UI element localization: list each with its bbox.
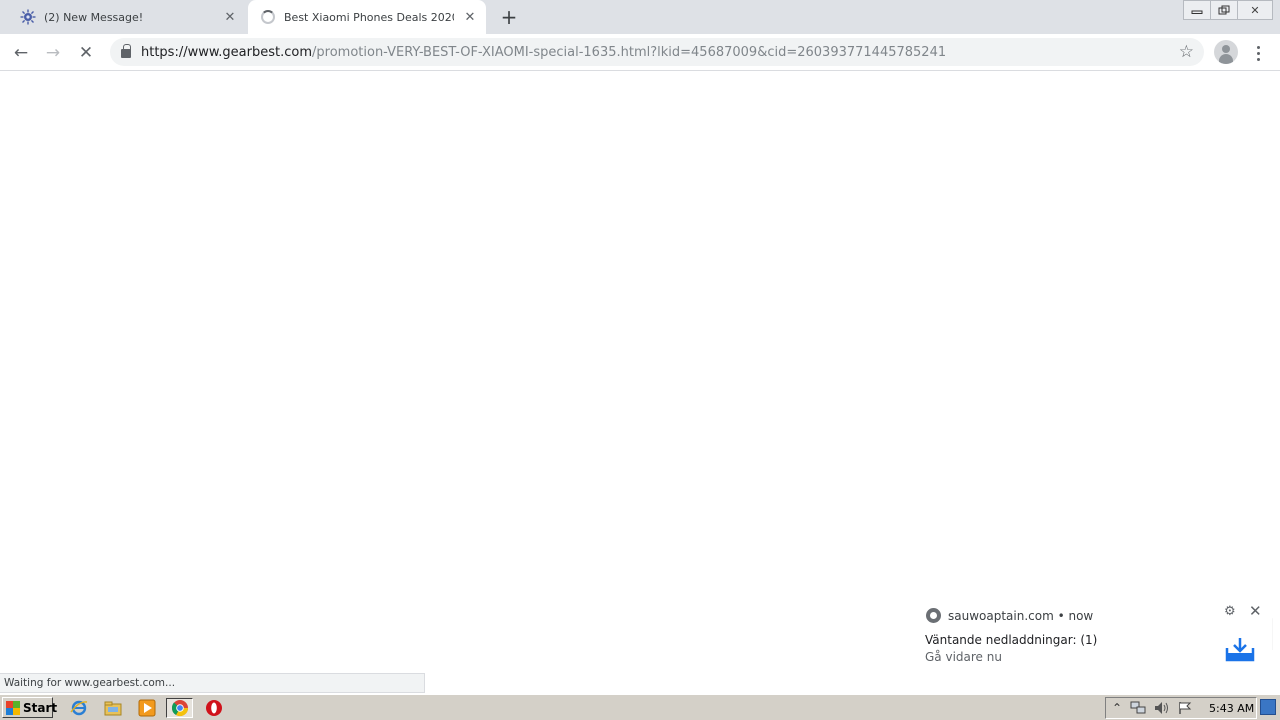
arrow-right-icon: → — [45, 43, 61, 63]
notification-title: Väntande nedladdningar: (1) — [925, 633, 1098, 647]
virus-bug-icon — [20, 9, 36, 25]
clock[interactable]: 5:43 AM — [1209, 702, 1254, 715]
url-text: https://www.gearbest.com/promotion-VERY-… — [141, 45, 946, 60]
chrome-menu-button[interactable] — [1250, 41, 1266, 65]
tab-strip: (2) New Message! ✕ Best Xiaomi Phones De… — [0, 0, 1280, 34]
show-desktop-button[interactable] — [1260, 699, 1276, 715]
media-player-icon[interactable] — [136, 698, 158, 718]
tab-new-message[interactable]: (2) New Message! ✕ — [8, 0, 246, 34]
page-content — [0, 72, 1280, 672]
profile-avatar[interactable] — [1214, 40, 1238, 64]
stop-button[interactable]: ✕ — [74, 41, 98, 65]
bookmark-star-icon[interactable]: ☆ — [1179, 42, 1194, 62]
url-host: https://www.gearbest.com — [141, 44, 313, 60]
notification-popup[interactable]: sauwoaptain.com • now ⚙ ✕ Väntande nedla… — [914, 600, 1272, 672]
minimize-button[interactable] — [1183, 0, 1211, 20]
tab-gearbest[interactable]: Best Xiaomi Phones Deals 2020 | Gearbest… — [248, 0, 486, 34]
lock-icon — [121, 44, 131, 58]
forward-button[interactable]: → — [41, 41, 65, 65]
action-center-flag-icon[interactable] — [1178, 701, 1192, 718]
file-explorer-icon[interactable] — [102, 698, 124, 718]
back-button[interactable]: ← — [9, 41, 33, 65]
windows-taskbar: Start ⌃ 5:43 AM — [0, 694, 1280, 720]
opera-icon[interactable] — [203, 698, 225, 718]
chrome-small-icon — [926, 608, 941, 623]
close-icon: ✕ — [1250, 3, 1260, 17]
download-tray-icon — [1225, 638, 1255, 662]
start-button[interactable]: Start — [2, 697, 57, 718]
system-tray: ⌃ 5:43 AM — [1105, 697, 1257, 719]
internet-explorer-icon[interactable] — [68, 698, 90, 718]
tray-up-arrow-icon[interactable]: ⌃ — [1112, 701, 1122, 715]
gear-icon[interactable]: ⚙ — [1224, 604, 1236, 619]
address-bar[interactable]: https://www.gearbest.com/promotion-VERY-… — [110, 38, 1204, 66]
new-tab-button[interactable]: + — [497, 5, 521, 29]
windows-logo-icon — [6, 700, 20, 715]
network-icon[interactable] — [1130, 701, 1146, 718]
notification-body: Gå vidare nu — [925, 650, 1002, 664]
tab-close-icon[interactable]: ✕ — [460, 7, 480, 27]
restore-button[interactable] — [1210, 0, 1238, 20]
minimize-icon — [1191, 10, 1203, 14]
window-close-button[interactable]: ✕ — [1237, 0, 1273, 20]
status-bubble: Waiting for www.gearbest.com... — [0, 673, 425, 693]
tab-close-icon[interactable]: ✕ — [220, 7, 240, 27]
stop-icon: ✕ — [78, 43, 94, 63]
loading-spinner-icon — [260, 9, 276, 25]
browser-toolbar: ← → ✕ https://www.gearbest.com/promotion… — [0, 34, 1280, 71]
chrome-icon[interactable] — [166, 698, 193, 718]
volume-icon[interactable] — [1154, 701, 1170, 718]
tab-title: (2) New Message! — [44, 10, 144, 24]
notification-source-text: sauwoaptain.com • now — [948, 608, 1094, 623]
url-path: /promotion-VERY-BEST-OF-XIAOMI-special-1… — [312, 44, 947, 60]
tab-title: Best Xiaomi Phones Deals 2020 | Gearbest — [284, 10, 454, 24]
notification-source: sauwoaptain.com • now — [926, 608, 1093, 623]
start-label: Start — [23, 700, 58, 715]
restore-icon — [1218, 5, 1230, 15]
arrow-left-icon: ← — [13, 43, 29, 63]
notification-close-icon[interactable]: ✕ — [1249, 602, 1262, 620]
